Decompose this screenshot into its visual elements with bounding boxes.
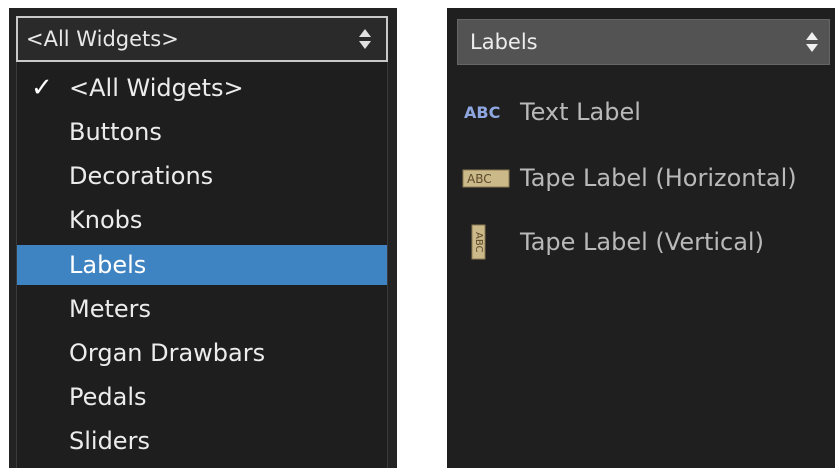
svg-text:ABC: ABC <box>464 103 500 122</box>
menu-item-meters[interactable]: Meters <box>17 289 387 329</box>
widget-label: Tape Label (Vertical) <box>520 228 764 256</box>
category-dropdown-menu: ✓ <All Widgets> Buttons Decorations Knob… <box>16 62 388 468</box>
widget-category-select[interactable]: <All Widgets> <box>16 16 388 62</box>
updown-arrows-icon <box>806 32 818 52</box>
menu-item-label: Buttons <box>69 118 162 146</box>
widget-label: Tape Label (Horizontal) <box>520 164 797 192</box>
tape-vertical-icon: ABC <box>471 224 486 260</box>
select-value: <All Widgets> <box>26 27 179 51</box>
updown-arrows-icon <box>359 29 371 49</box>
widget-label: Text Label <box>520 98 641 126</box>
menu-item-label: Decorations <box>69 162 214 190</box>
menu-item-labels[interactable]: Labels <box>17 245 387 285</box>
menu-item-all-widgets[interactable]: ✓ <All Widgets> <box>17 68 387 108</box>
svg-text:ABC: ABC <box>473 232 484 253</box>
menu-item-label: Sliders <box>69 427 150 455</box>
menu-item-sliders[interactable]: Sliders <box>17 421 387 461</box>
menu-item-label: <All Widgets> <box>69 74 244 102</box>
menu-item-knobs[interactable]: Knobs <box>17 200 387 240</box>
svg-text:ABC: ABC <box>467 172 492 186</box>
menu-item-label: Labels <box>69 251 147 279</box>
abc-text-icon: ABC <box>464 103 500 122</box>
menu-item-label: Pedals <box>69 383 147 411</box>
widget-item-tape-label-vertical[interactable]: ABC Tape Label (Vertical) <box>460 222 835 262</box>
menu-item-buttons[interactable]: Buttons <box>17 112 387 152</box>
widget-category-select-labels[interactable]: Labels <box>457 19 830 65</box>
checkmark-icon: ✓ <box>31 73 53 103</box>
widget-item-tape-label-horizontal[interactable]: ABC Tape Label (Horizontal) <box>460 158 835 198</box>
select-value: Labels <box>470 30 538 54</box>
menu-item-label: Organ Drawbars <box>69 339 266 367</box>
menu-item-label: Knobs <box>69 206 143 234</box>
tape-horizontal-icon: ABC <box>462 169 510 188</box>
widget-item-text-label[interactable]: ABC Text Label <box>460 92 835 132</box>
menu-item-pedals[interactable]: Pedals <box>17 377 387 417</box>
menu-item-decorations[interactable]: Decorations <box>17 156 387 196</box>
menu-item-organ-drawbars[interactable]: Organ Drawbars <box>17 333 387 373</box>
menu-item-label: Meters <box>69 295 152 323</box>
